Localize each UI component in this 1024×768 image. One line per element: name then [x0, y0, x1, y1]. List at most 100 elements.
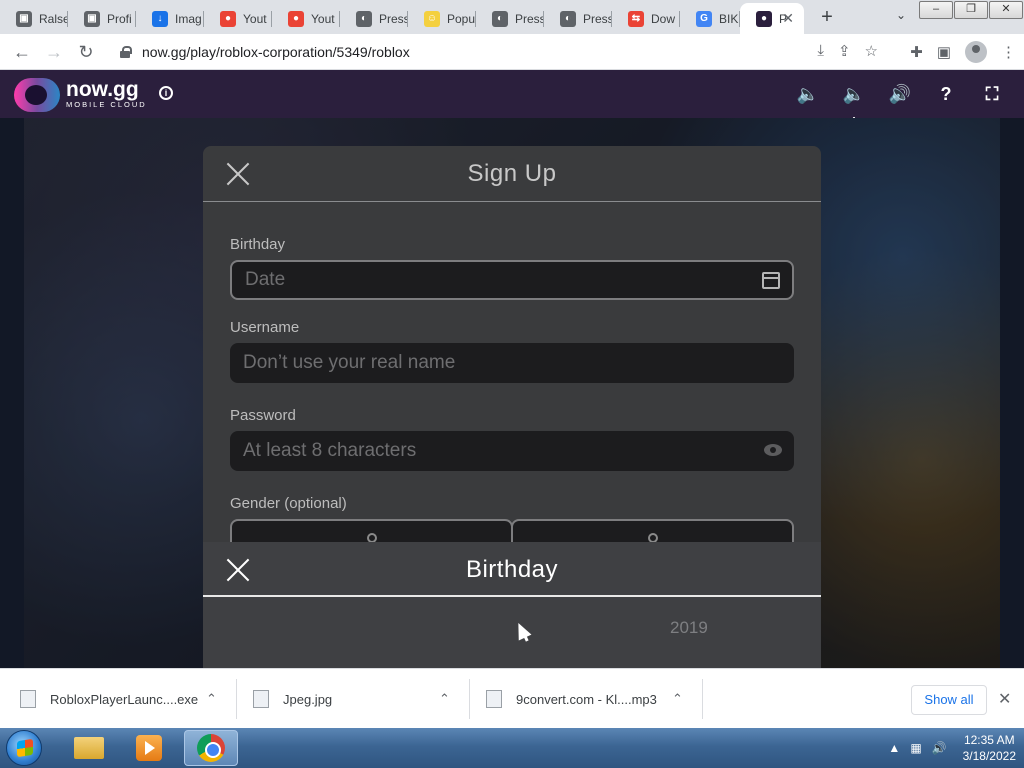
- volume-down-icon[interactable]: 🔈−: [794, 80, 822, 132]
- info-icon[interactable]: i: [159, 86, 173, 100]
- help-icon[interactable]: ?: [932, 80, 960, 108]
- address-bar[interactable]: now.gg/play/roblox-corporation/5349/robl…: [108, 38, 888, 66]
- install-app-icon[interactable]: ⤓: [817, 42, 824, 60]
- volume-icon[interactable]: 🔊: [932, 741, 947, 755]
- media-player-icon: [136, 735, 162, 761]
- signup-title: Sign Up: [467, 160, 557, 187]
- lock-icon: [120, 46, 132, 58]
- bookmark-star-icon[interactable]: ☆: [865, 42, 878, 60]
- browser-tab[interactable]: ☺ Popu: [408, 3, 476, 34]
- browser-tab[interactable]: G BIKIN: [680, 3, 740, 34]
- browser-tab[interactable]: ▣ Profi: [68, 3, 136, 34]
- password-placeholder: At least 8 characters: [243, 440, 417, 461]
- window-controls: – ❐ ✕: [919, 0, 1024, 19]
- taskbar-chrome[interactable]: [184, 730, 238, 766]
- network-icon[interactable]: ▦: [910, 741, 921, 755]
- extensions-puzzle-icon[interactable]: ✚: [910, 43, 923, 61]
- show-all-button[interactable]: Show all: [911, 685, 987, 715]
- more-menu-icon[interactable]: ⋮: [1001, 43, 1016, 61]
- clock-date: 3/18/2022: [962, 749, 1016, 763]
- tab-favicon-icon: ☺: [424, 10, 440, 27]
- show-hidden-icons-icon[interactable]: ▲: [888, 741, 900, 755]
- tab-label: Ralse: [39, 11, 68, 26]
- tab-label: Yout: [243, 11, 267, 26]
- divider: [469, 679, 470, 719]
- tab-favicon-icon: ◐: [356, 10, 372, 27]
- folder-icon: [74, 737, 104, 759]
- speaker-icon[interactable]: 🔊: [886, 80, 914, 108]
- birthday-field[interactable]: Date: [230, 260, 794, 300]
- close-shelf-icon[interactable]: ✕: [998, 689, 1011, 709]
- profile-avatar-icon[interactable]: [965, 41, 987, 63]
- taskbar-explorer[interactable]: [62, 730, 116, 766]
- download-filename: Jpeg.jpg: [283, 691, 333, 707]
- game-viewport[interactable]: Sign Up Birthday Date Username Don’t use…: [0, 118, 1024, 668]
- tab-favicon-icon: ▣: [16, 10, 32, 27]
- year-option[interactable]: 2019: [670, 618, 708, 638]
- username-field[interactable]: Don’t use your real name: [230, 343, 794, 383]
- tab-label: Yout: [311, 11, 335, 26]
- browser-tab[interactable]: ↓ Imag: [136, 3, 204, 34]
- close-window-button[interactable]: ✕: [989, 1, 1023, 19]
- tab-label: Press: [515, 11, 544, 26]
- browser-tab[interactable]: ● P ✕: [740, 3, 804, 34]
- tab-label: BIKIN: [719, 11, 740, 26]
- tab-favicon-icon: ↓: [152, 10, 168, 27]
- chrome-icon: [197, 734, 225, 762]
- reload-icon[interactable]: ↻: [74, 40, 98, 64]
- browser-tab[interactable]: ⇆ Dow: [612, 3, 680, 34]
- browser-tab[interactable]: ● Yout: [272, 3, 340, 34]
- browser-tab[interactable]: ● Yout: [204, 3, 272, 34]
- close-icon[interactable]: [225, 161, 251, 187]
- taskbar-media-player[interactable]: [122, 730, 176, 766]
- fullscreen-icon[interactable]: ⛶: [978, 80, 1006, 108]
- chevron-up-icon[interactable]: ⌃: [206, 691, 217, 707]
- download-filename: 9convert.com - Kl....mp3: [516, 691, 657, 707]
- minimize-button[interactable]: –: [919, 1, 953, 19]
- tab-label: Profi: [107, 11, 132, 26]
- tab-label: Press: [583, 11, 612, 26]
- share-icon[interactable]: ⇪: [838, 42, 851, 60]
- start-button[interactable]: [6, 730, 42, 766]
- new-tab-button[interactable]: +: [816, 6, 838, 28]
- birthday-label: Birthday: [230, 236, 286, 253]
- forward-arrow-icon[interactable]: →: [42, 40, 66, 64]
- username-label: Username: [230, 319, 300, 336]
- browser-tab[interactable]: ◐ Press: [544, 3, 612, 34]
- tab-search-chevron-icon[interactable]: ⌄: [896, 8, 906, 22]
- restore-button[interactable]: ❐: [954, 1, 988, 19]
- download-item[interactable]: RobloxPlayerLaunc....exe ⌃: [20, 669, 230, 729]
- logo-title: now.gg: [66, 78, 139, 101]
- image-file-icon: [253, 690, 269, 708]
- browser-tab[interactable]: ▣ Ralse: [0, 3, 68, 34]
- side-panel-icon[interactable]: ▣: [937, 43, 951, 61]
- eye-icon[interactable]: [764, 444, 782, 456]
- clock-time: 12:35 AM: [963, 733, 1015, 747]
- clock[interactable]: 12:35 AM 3/18/2022: [963, 732, 1016, 764]
- tab-favicon-icon: ●: [220, 10, 236, 27]
- divider: [236, 679, 237, 719]
- volume-up-icon[interactable]: 🔈+: [840, 80, 868, 132]
- nowgg-logo[interactable]: now.gg MOBILE CLOUD: [14, 78, 147, 112]
- tab-favicon-icon: ⇆: [628, 10, 644, 27]
- logo-subtitle: MOBILE CLOUD: [66, 100, 147, 109]
- password-field[interactable]: At least 8 characters: [230, 431, 794, 471]
- browser-tab[interactable]: ◐ Press: [340, 3, 408, 34]
- close-tab-icon[interactable]: ✕: [782, 10, 794, 27]
- tab-favicon-icon: ◐: [560, 10, 576, 27]
- nowgg-header: now.gg MOBILE CLOUD i 🔈− 🔈+ 🔊 ? ⛶: [0, 70, 1024, 132]
- chevron-up-icon[interactable]: ⌃: [439, 691, 450, 707]
- calendar-icon[interactable]: [762, 272, 780, 289]
- download-item[interactable]: 9convert.com - Kl....mp3 ⌃: [486, 669, 696, 729]
- close-icon[interactable]: [225, 557, 251, 583]
- chevron-up-icon[interactable]: ⌃: [672, 691, 683, 707]
- browser-toolbar: ← → ↻ now.gg/play/roblox-corporation/534…: [0, 34, 1024, 70]
- browser-tab[interactable]: ◐ Press: [476, 3, 544, 34]
- divider: [702, 679, 703, 719]
- back-arrow-icon[interactable]: ←: [10, 40, 34, 64]
- download-item[interactable]: Jpeg.jpg ⌃: [253, 669, 463, 729]
- birthday-picker-sheet: Birthday 2019: [203, 542, 821, 668]
- birthday-picker-title: Birthday: [465, 556, 559, 583]
- username-placeholder: Don’t use your real name: [243, 352, 456, 373]
- password-label: Password: [230, 407, 296, 424]
